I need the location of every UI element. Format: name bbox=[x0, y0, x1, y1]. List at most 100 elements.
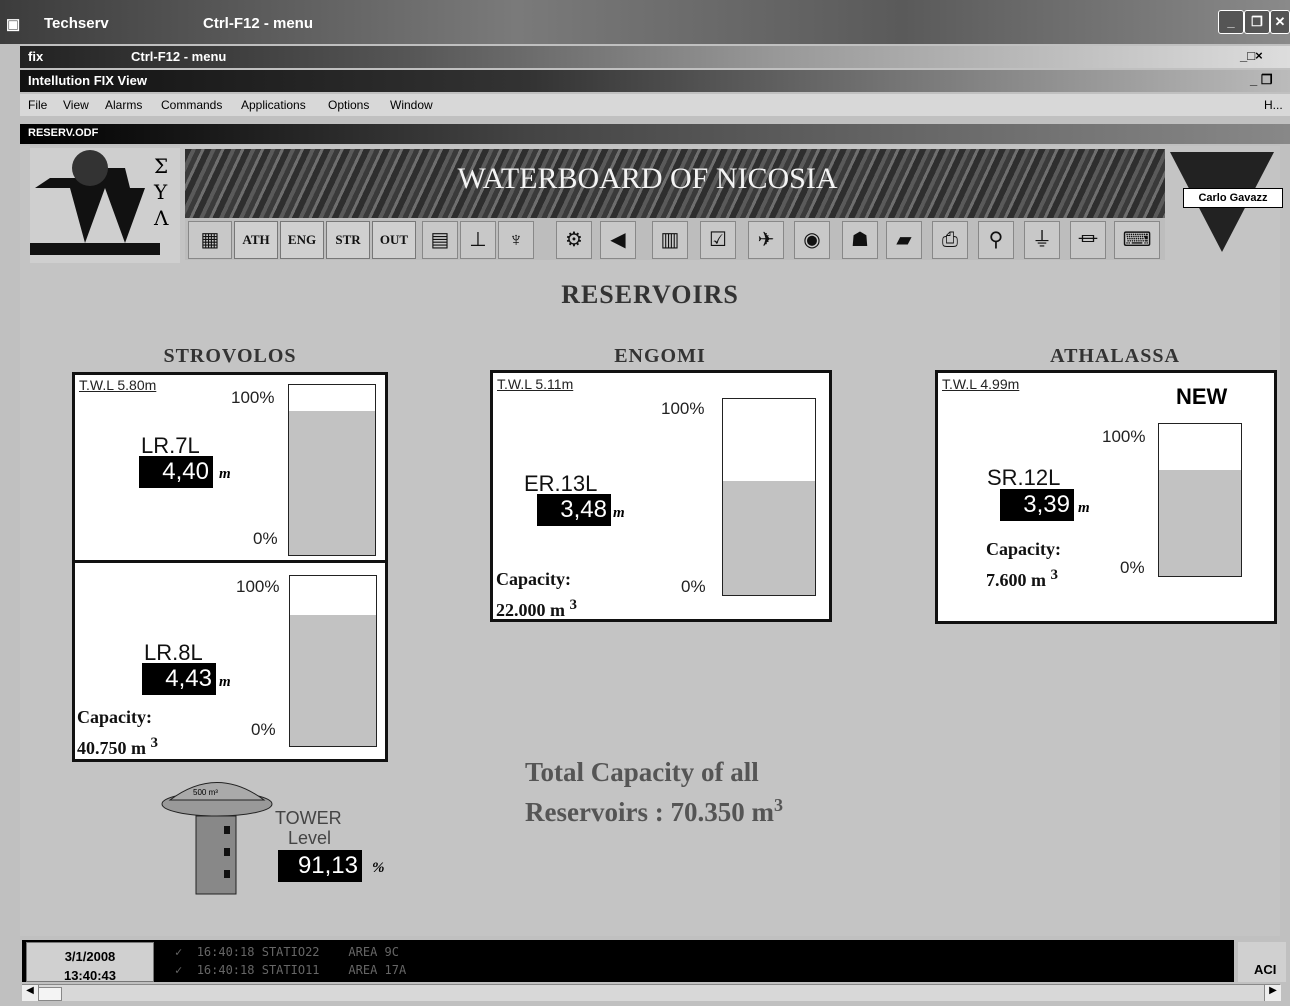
toolbar-out-button[interactable]: OUT bbox=[372, 221, 416, 259]
close-button[interactable]: ✕ bbox=[1270, 10, 1290, 34]
pump-icon[interactable]: ⚙ bbox=[556, 221, 592, 259]
overview-icon[interactable]: ▦ bbox=[188, 221, 232, 259]
minimize-button[interactable]: _ bbox=[1218, 10, 1244, 34]
athalassa-heading: ATHALASSA bbox=[1050, 345, 1180, 367]
tower-level-unit: % bbox=[372, 860, 385, 876]
waterboard-logo: Σ Υ Λ bbox=[30, 148, 180, 263]
document-title: RESERV.ODF bbox=[28, 127, 99, 139]
app-icon: ▣ bbox=[6, 16, 21, 33]
window-shortcut: Ctrl-F12 - menu bbox=[203, 15, 314, 32]
athalassa-capacity-exp: 3 bbox=[1050, 567, 1059, 583]
brand-label: Carlo Gavazz bbox=[1183, 188, 1283, 208]
document-titlebar: RESERV.ODF bbox=[20, 124, 1290, 144]
engomi-capacity: 22.000 m 3 bbox=[496, 592, 577, 623]
toolbar-str-button[interactable]: STR bbox=[326, 221, 370, 259]
app-title: Intellution FIX View bbox=[28, 73, 147, 88]
strovolos-tank1-gauge bbox=[288, 384, 376, 556]
logo-letter-sigma: Σ bbox=[154, 154, 169, 178]
menu-options[interactable]: Options bbox=[328, 98, 369, 112]
athalassa-min: 0% bbox=[1120, 558, 1145, 577]
er13l-value: 3,48 bbox=[537, 494, 611, 526]
tower-capacity-label: 500 m³ bbox=[193, 788, 218, 797]
lr7l-value: 4,40 bbox=[139, 456, 213, 488]
toolbar-ath-button[interactable]: ATH bbox=[234, 221, 278, 259]
new-badge: NEW bbox=[1176, 384, 1228, 409]
strovolos-tank2-fill bbox=[290, 615, 376, 746]
strovolos-tank1-max: 100% bbox=[231, 388, 275, 407]
checklist-icon[interactable]: ☑ bbox=[700, 221, 736, 259]
athalassa-max: 100% bbox=[1102, 427, 1146, 446]
app-controls[interactable]: _ ❐ bbox=[1250, 72, 1273, 88]
subwindow-title: fix bbox=[28, 49, 44, 64]
engomi-fill bbox=[723, 481, 815, 595]
engomi-capacity-label: Capacity: bbox=[496, 569, 571, 589]
search-icon[interactable]: ⚲ bbox=[978, 221, 1014, 259]
alarm-time: 16:40:18 bbox=[196, 945, 255, 959]
strovolos-capacity-label: Capacity: bbox=[77, 707, 152, 727]
trend-chart-icon[interactable]: ▥ bbox=[652, 221, 688, 259]
ack-button[interactable]: ACI bbox=[1238, 942, 1286, 982]
scroll-left-icon[interactable]: ◀ bbox=[22, 985, 39, 1001]
alarm-area: AREA 17A bbox=[348, 963, 407, 977]
menu-view[interactable]: View bbox=[63, 98, 89, 112]
plug-in-icon[interactable]: ⏚ bbox=[1024, 221, 1060, 259]
strovolos-capacity-exp: 3 bbox=[150, 735, 159, 751]
athalassa-fill bbox=[1159, 469, 1241, 576]
lock-icon[interactable]: ☗ bbox=[842, 221, 878, 259]
menu-applications[interactable]: Applications bbox=[241, 98, 306, 112]
printer-icon[interactable]: ⎙ bbox=[932, 221, 968, 259]
scroll-thumb[interactable] bbox=[38, 987, 62, 1001]
strovolos-tank2-min: 0% bbox=[251, 720, 276, 739]
engomi-min: 0% bbox=[681, 577, 706, 596]
disk-icon[interactable]: ◉ bbox=[794, 221, 830, 259]
menu-window[interactable]: Window bbox=[390, 98, 433, 112]
satellite-icon[interactable]: ✈ bbox=[748, 221, 784, 259]
athalassa-gauge bbox=[1158, 423, 1242, 577]
book-icon[interactable]: ▰ bbox=[886, 221, 922, 259]
strovolos-divider bbox=[75, 560, 385, 563]
athalassa-twl[interactable]: T.W.L 4.99m bbox=[942, 376, 1019, 392]
status-date: 3/1/2008 bbox=[64, 949, 116, 964]
horizontal-scrollbar[interactable]: ◀ ▶ bbox=[22, 984, 1281, 1001]
lr8l-value: 4,43 bbox=[142, 663, 216, 695]
tower-level-value: 91,13 bbox=[278, 850, 362, 882]
maximize-button[interactable]: ❐ bbox=[1244, 10, 1270, 34]
strovolos-twl[interactable]: T.W.L 5.80m bbox=[79, 377, 156, 393]
sr12l-unit: m bbox=[1078, 500, 1090, 516]
athalassa-capacity-label: Capacity: bbox=[986, 539, 1061, 559]
strovolos-heading: STROVOLOS bbox=[163, 345, 297, 367]
alarm-row[interactable]: ✓ 16:40:18 STATIO11 AREA 17A bbox=[175, 963, 406, 977]
sr12l-value: 3,39 bbox=[1000, 489, 1074, 521]
toolbar-eng-button[interactable]: ENG bbox=[280, 221, 324, 259]
lr8l-unit: m bbox=[219, 674, 231, 690]
back-arrow-icon[interactable]: ◀ bbox=[600, 221, 636, 259]
sr12l-label: SR.12L bbox=[987, 465, 1061, 490]
tower-level-label: Level bbox=[288, 828, 332, 848]
plug-out-icon[interactable]: ⏛ bbox=[1070, 221, 1106, 259]
document-icon[interactable]: ▤ bbox=[422, 221, 458, 259]
subwindow-controls[interactable]: _□× bbox=[1240, 48, 1263, 63]
alarm-row[interactable]: ✓ 16:40:18 STATIO22 AREA 9C bbox=[175, 945, 399, 959]
alarm-station: STATIO11 bbox=[261, 963, 320, 977]
menu-file[interactable]: File bbox=[28, 98, 47, 112]
subwindow-titlebar: fix Ctrl-F12 - menu _□× bbox=[20, 46, 1290, 68]
strovolos-tank1-fill bbox=[289, 410, 375, 555]
er13l-unit: m bbox=[613, 505, 625, 521]
menu-commands[interactable]: Commands bbox=[161, 98, 222, 112]
faucet-icon[interactable]: ♆ bbox=[498, 221, 534, 259]
status-time: 13:40:43 bbox=[63, 968, 117, 982]
menu-help[interactable]: H... bbox=[1264, 98, 1283, 112]
network-icon[interactable]: ⊥ bbox=[460, 221, 496, 259]
app-titlebar: Intellution FIX View _ ❐ bbox=[20, 70, 1290, 92]
datetime-box: 3/1/2008 13:40:43 bbox=[26, 942, 154, 982]
menu-alarms[interactable]: Alarms bbox=[105, 98, 142, 112]
strovolos-capacity: 40.750 m 3 bbox=[77, 730, 158, 761]
total-capacity-value: Reservoirs : 70.350 m bbox=[525, 797, 774, 827]
athalassa-capacity-value: 7.600 m bbox=[986, 570, 1046, 590]
keyboard-icon[interactable]: ⌨ bbox=[1114, 221, 1160, 259]
engomi-gauge bbox=[722, 398, 816, 596]
alarm-area: AREA 9C bbox=[348, 945, 399, 959]
engomi-twl[interactable]: T.W.L 5.11m bbox=[497, 376, 573, 392]
page-title: RESERVOIRS bbox=[561, 280, 739, 309]
scroll-right-icon[interactable]: ▶ bbox=[1264, 985, 1281, 1001]
